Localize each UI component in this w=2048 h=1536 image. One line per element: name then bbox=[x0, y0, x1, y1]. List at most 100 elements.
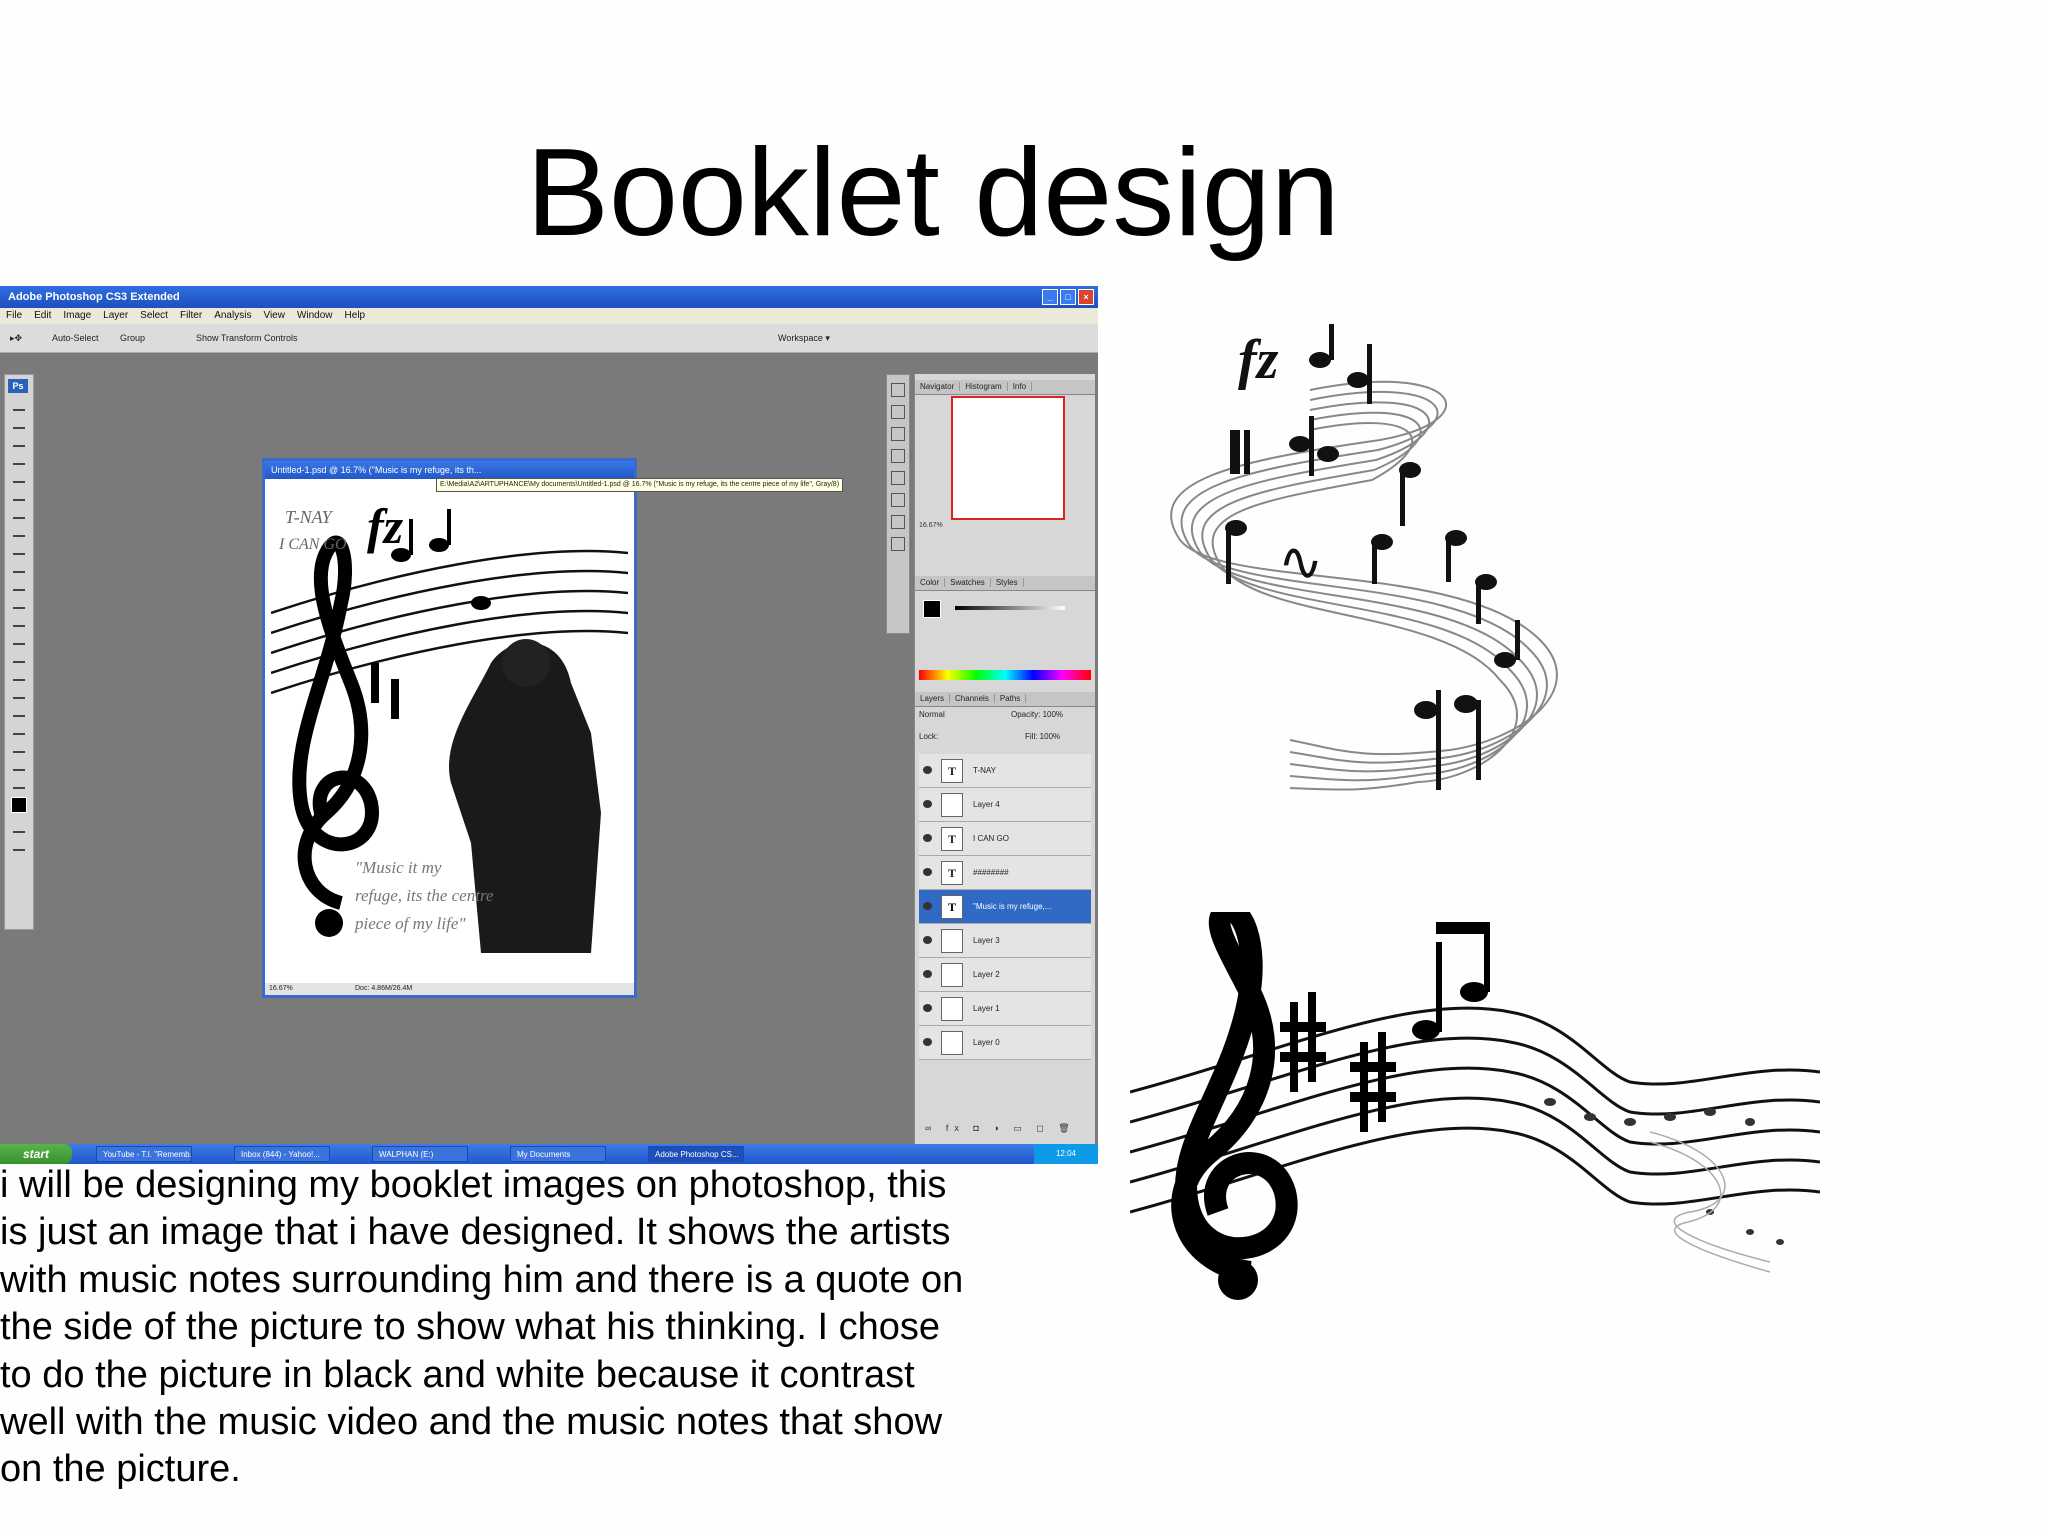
pen-tool-icon[interactable] bbox=[13, 651, 25, 663]
tab-layers[interactable]: Layers bbox=[915, 694, 951, 703]
history-icon[interactable] bbox=[891, 383, 905, 397]
eye-icon[interactable] bbox=[923, 970, 932, 978]
tab-navigator[interactable]: Navigator bbox=[915, 382, 961, 391]
eye-icon[interactable] bbox=[923, 766, 932, 774]
magic-wand-tool-icon[interactable] bbox=[13, 453, 25, 465]
fill-field[interactable]: Fill: 100% bbox=[1025, 732, 1060, 741]
taskbar-item[interactable]: WALPHAN (E:) bbox=[372, 1146, 468, 1162]
notes-tool-icon[interactable] bbox=[13, 723, 25, 735]
eye-icon[interactable] bbox=[923, 1038, 932, 1046]
move-tool-icon[interactable]: ▸✥ bbox=[10, 324, 22, 352]
eye-icon[interactable] bbox=[923, 1004, 932, 1012]
tab-info[interactable]: Info bbox=[1007, 382, 1033, 391]
zoom-tool-icon[interactable] bbox=[13, 777, 25, 789]
shape-tool-icon[interactable] bbox=[13, 705, 25, 717]
layer-row[interactable]: Layer 4 bbox=[919, 788, 1091, 822]
layer-row-selected[interactable]: T "Music is my refuge,... bbox=[919, 890, 1091, 924]
path-select-icon[interactable] bbox=[13, 687, 25, 699]
move-tool-icon[interactable] bbox=[13, 399, 25, 411]
slice-tool-icon[interactable] bbox=[13, 489, 25, 501]
dodge-tool-icon[interactable] bbox=[13, 633, 25, 645]
eye-icon[interactable] bbox=[923, 868, 932, 876]
menu-window[interactable]: Window bbox=[291, 308, 339, 324]
layer-name: "Music is my refuge,... bbox=[973, 902, 1052, 911]
eye-icon[interactable] bbox=[923, 800, 932, 808]
maximize-button[interactable]: □ bbox=[1060, 289, 1076, 305]
layer-row[interactable]: Layer 2 bbox=[919, 958, 1091, 992]
foreground-color-swatch[interactable] bbox=[11, 797, 27, 813]
menu-file[interactable]: File bbox=[0, 308, 28, 324]
eraser-tool-icon[interactable] bbox=[13, 579, 25, 591]
blend-mode-select[interactable]: Normal bbox=[919, 710, 945, 719]
crop-tool-icon[interactable] bbox=[13, 471, 25, 483]
menu-filter[interactable]: Filter bbox=[174, 308, 208, 324]
tab-paths[interactable]: Paths bbox=[994, 694, 1027, 703]
menu-analysis[interactable]: Analysis bbox=[208, 308, 257, 324]
tab-styles[interactable]: Styles bbox=[990, 578, 1024, 587]
menu-edit[interactable]: Edit bbox=[28, 308, 57, 324]
clone-source-icon[interactable] bbox=[891, 471, 905, 485]
layer-comps-icon[interactable] bbox=[891, 537, 905, 551]
eyedropper-tool-icon[interactable] bbox=[13, 741, 25, 753]
show-transform-checkbox[interactable]: Show Transform Controls bbox=[196, 324, 298, 352]
marquee-tool-icon[interactable] bbox=[13, 417, 25, 429]
document-canvas[interactable]: T-NAY I CAN GO fz "Music it my refuge, i… bbox=[271, 483, 628, 973]
document-path-tooltip: E:\Media\A2\ARTUPHANCE\My documents\Unti… bbox=[436, 478, 844, 492]
layer-row[interactable]: Layer 0 bbox=[919, 1026, 1091, 1060]
eye-icon[interactable] bbox=[923, 936, 932, 944]
gradient-tool-icon[interactable] bbox=[13, 597, 25, 609]
tab-color[interactable]: Color bbox=[915, 578, 946, 587]
tool-presets-icon[interactable] bbox=[891, 427, 905, 441]
auto-select-checkbox[interactable]: Auto-Select bbox=[52, 324, 99, 352]
menu-image[interactable]: Image bbox=[57, 308, 97, 324]
blur-tool-icon[interactable] bbox=[13, 615, 25, 627]
menu-view[interactable]: View bbox=[257, 308, 291, 324]
menu-select[interactable]: Select bbox=[134, 308, 174, 324]
group-select[interactable]: Group bbox=[120, 324, 145, 352]
workspace-menu[interactable]: Workspace ▾ bbox=[778, 324, 830, 352]
stamp-tool-icon[interactable] bbox=[13, 543, 25, 555]
navigator-zoom[interactable]: 16.67% bbox=[919, 522, 1089, 532]
navigator-preview[interactable] bbox=[951, 396, 1065, 520]
type-tool-icon[interactable] bbox=[13, 669, 25, 681]
document-size: Doc: 4.86M/26.4M bbox=[355, 985, 413, 992]
minimize-button[interactable]: _ bbox=[1042, 289, 1058, 305]
taskbar-item-active[interactable]: Adobe Photoshop CS... bbox=[648, 1146, 744, 1162]
layer-row[interactable]: T T-NAY bbox=[919, 754, 1091, 788]
eye-icon[interactable] bbox=[923, 834, 932, 842]
color-ramp[interactable] bbox=[919, 670, 1091, 680]
start-button[interactable]: start bbox=[0, 1144, 72, 1164]
layer-row[interactable]: Layer 3 bbox=[919, 924, 1091, 958]
opacity-field[interactable]: Opacity: 100% bbox=[1011, 710, 1063, 719]
paragraph-icon[interactable] bbox=[891, 515, 905, 529]
layer-name: Layer 3 bbox=[973, 936, 1000, 945]
menu-help[interactable]: Help bbox=[339, 308, 372, 324]
close-button[interactable]: × bbox=[1078, 289, 1094, 305]
layer-actions[interactable]: ∞ fx ◘ ◑ ▭ ◻ 🗑 bbox=[925, 1123, 1076, 1134]
color-foreground-swatch[interactable] bbox=[923, 600, 941, 618]
eye-icon[interactable] bbox=[923, 902, 932, 910]
document-zoom[interactable]: 16.67% bbox=[269, 983, 293, 995]
screen-mode-icon[interactable] bbox=[13, 839, 25, 851]
actions-icon[interactable] bbox=[891, 405, 905, 419]
character-icon[interactable] bbox=[891, 493, 905, 507]
brush-tool-icon[interactable] bbox=[13, 525, 25, 537]
tab-histogram[interactable]: Histogram bbox=[960, 382, 1008, 391]
brushes-icon[interactable] bbox=[891, 449, 905, 463]
taskbar-item[interactable]: Inbox (844) - Yahoo!... bbox=[234, 1146, 330, 1162]
lasso-tool-icon[interactable] bbox=[13, 435, 25, 447]
hand-tool-icon[interactable] bbox=[13, 759, 25, 771]
taskbar-item[interactable]: YouTube - T.I. "Rememb... bbox=[96, 1146, 192, 1162]
tab-swatches[interactable]: Swatches bbox=[945, 578, 991, 587]
history-brush-icon[interactable] bbox=[13, 561, 25, 573]
quick-mask-icon[interactable] bbox=[13, 821, 25, 833]
layer-row[interactable]: T ######## bbox=[919, 856, 1091, 890]
healing-brush-icon[interactable] bbox=[13, 507, 25, 519]
layer-row[interactable]: Layer 1 bbox=[919, 992, 1091, 1026]
taskbar-item[interactable]: My Documents bbox=[510, 1146, 606, 1162]
menu-layer[interactable]: Layer bbox=[97, 308, 134, 324]
layer-row[interactable]: T I CAN GO bbox=[919, 822, 1091, 856]
tab-channels[interactable]: Channels bbox=[950, 694, 995, 703]
color-slider[interactable] bbox=[955, 606, 1065, 610]
turn-ornament-icon: ∿ bbox=[1278, 530, 1323, 593]
